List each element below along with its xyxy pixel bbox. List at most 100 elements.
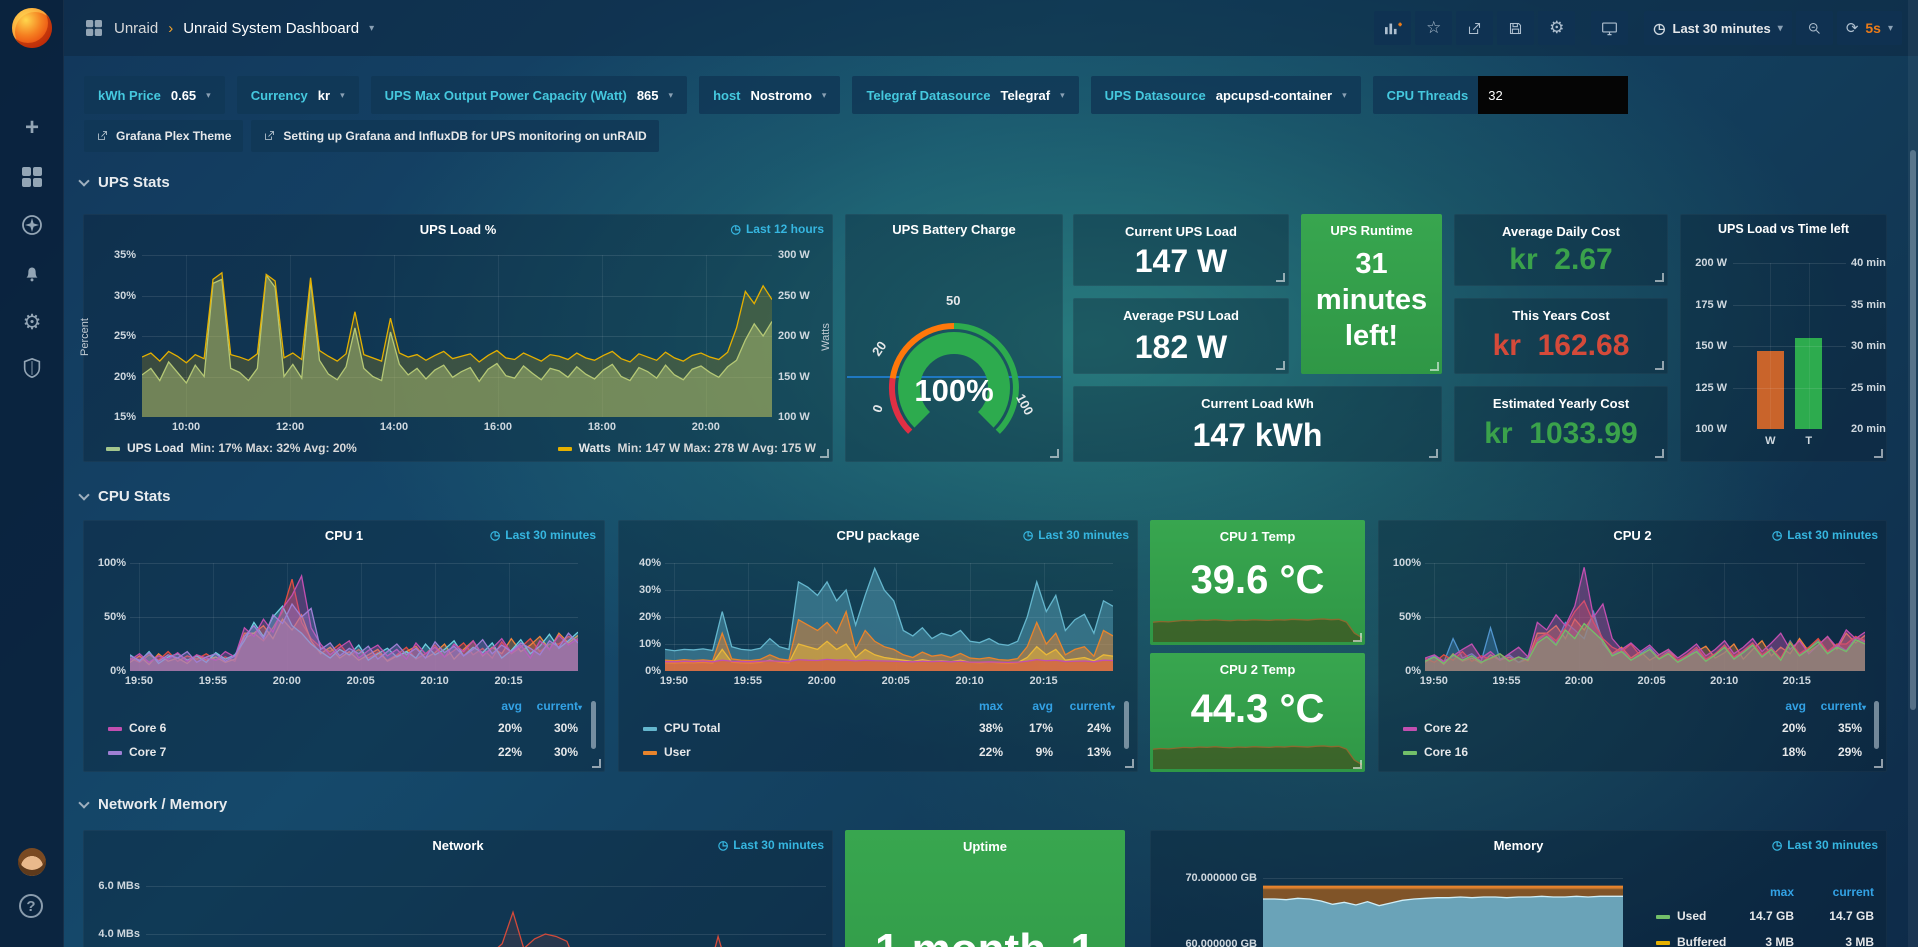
legend-header-avg[interactable]: avg xyxy=(501,699,522,713)
panel-title[interactable]: Average Daily Cost xyxy=(1455,224,1667,239)
panel-title[interactable]: Current UPS Load xyxy=(1074,224,1288,239)
legend-header-avg[interactable]: avg xyxy=(1032,699,1053,713)
variable-currency[interactable]: Currency kr ▾ xyxy=(237,76,359,114)
panel-time-range[interactable]: ◷Last 30 minutes xyxy=(1772,838,1878,852)
save-button[interactable] xyxy=(1497,11,1534,45)
help-icon[interactable]: ? xyxy=(19,894,43,918)
legend-row-core6[interactable]: Core 6 xyxy=(108,721,166,735)
panel-title[interactable]: Current Load kWh xyxy=(1074,396,1441,411)
scrollbar-thumb[interactable] xyxy=(1910,150,1916,710)
variable-kwh-price[interactable]: kWh Price 0.65 ▾ xyxy=(84,76,225,114)
section-cpu-stats[interactable]: CPU Stats xyxy=(80,488,171,505)
legend-row-used[interactable]: Used xyxy=(1656,909,1706,923)
panel-title[interactable]: UPS Load vs Time left xyxy=(1681,222,1886,236)
memory-chart[interactable] xyxy=(1263,871,1623,947)
external-link-icon xyxy=(263,130,275,142)
section-ups-stats[interactable]: UPS Stats xyxy=(80,174,170,191)
dashboard-grid-icon[interactable] xyxy=(86,20,102,36)
refresh-interval[interactable]: 5s xyxy=(1865,20,1881,36)
explore-compass-icon[interactable] xyxy=(0,207,64,243)
link-ups-monitoring-guide[interactable]: Setting up Grafana and InfluxDB for UPS … xyxy=(251,120,658,152)
ups-vs-time-chart[interactable] xyxy=(1733,263,1846,429)
legend-header-avg[interactable]: avg xyxy=(1785,699,1806,713)
legend-swatch xyxy=(1656,941,1670,945)
legend-row-core16[interactable]: Core 16 xyxy=(1403,745,1468,759)
legend-value-avg: 9% xyxy=(1036,745,1053,759)
title-caret-icon[interactable]: ▾ xyxy=(369,23,374,34)
dashboard-links: Grafana Plex Theme Setting up Grafana an… xyxy=(84,120,659,152)
variable-telegraf-datasource[interactable]: Telegraf Datasource Telegraf ▾ xyxy=(852,76,1078,114)
legend-header-current[interactable]: current▾ xyxy=(537,699,582,713)
legend-row-buffered[interactable]: Buffered xyxy=(1656,935,1726,947)
ups-load-chart[interactable] xyxy=(142,255,772,417)
panel-time-range[interactable]: ◷Last 30 minutes xyxy=(1772,528,1878,542)
clock-icon: ◷ xyxy=(730,222,740,236)
legend-row-core7[interactable]: Core 7 xyxy=(108,745,166,759)
star-button[interactable]: ☆ xyxy=(1415,11,1452,45)
panel-title[interactable]: UPS Load % xyxy=(84,222,832,237)
panel-title[interactable]: CPU 2 Temp xyxy=(1150,662,1365,677)
cpu1-chart[interactable] xyxy=(130,563,578,671)
panel-title[interactable]: Estimated Yearly Cost xyxy=(1455,396,1667,411)
variable-label: Telegraf Datasource xyxy=(866,88,990,103)
legend-swatch xyxy=(1656,915,1670,919)
refresh-button[interactable]: ⟳ 5s ▾ xyxy=(1837,11,1902,45)
cpu2-chart[interactable] xyxy=(1425,563,1865,671)
legend-header-current[interactable]: current xyxy=(1833,885,1874,899)
legend-row-user[interactable]: User xyxy=(643,745,691,759)
panel-time-range[interactable]: ◷Last 30 minutes xyxy=(1023,528,1129,542)
time-range-picker[interactable]: ◷ Last 30 minutes ▾ xyxy=(1644,11,1792,45)
server-admin-shield-icon[interactable] xyxy=(0,350,64,386)
legend-header-max[interactable]: max xyxy=(979,699,1003,713)
y-axis-ticks-right: 300 W250 W200 W150 W100 W xyxy=(778,255,828,417)
legend-scrollbar[interactable] xyxy=(1874,701,1879,749)
cpu-package-chart[interactable] xyxy=(665,563,1113,671)
legend-watts[interactable]: Watts Min: 147 W Max: 278 W Avg: 175 W xyxy=(558,441,816,455)
dashboard-title[interactable]: Unraid System Dashboard xyxy=(183,20,359,37)
panel-title[interactable]: UPS Battery Charge xyxy=(846,222,1062,237)
add-panel-button[interactable] xyxy=(1374,11,1411,45)
variable-host[interactable]: host Nostromo ▾ xyxy=(699,76,840,114)
panel-title[interactable]: Uptime xyxy=(845,839,1125,854)
legend-header-current[interactable]: current▾ xyxy=(1070,699,1115,713)
panel-cpu1-temp: CPU 1 Temp 39.6 °C xyxy=(1150,520,1365,645)
caret-down-icon: ▾ xyxy=(1342,90,1347,101)
cycle-view-tv-button[interactable] xyxy=(1591,11,1628,45)
legend-header-max[interactable]: max xyxy=(1770,885,1794,899)
network-chart[interactable] xyxy=(146,871,826,947)
panel-title[interactable]: UPS Runtime xyxy=(1301,223,1442,238)
panel-time-range[interactable]: ◷Last 30 minutes xyxy=(490,528,596,542)
zoom-out-button[interactable] xyxy=(1796,11,1833,45)
variable-label: UPS Max Output Power Capacity (Watt) xyxy=(385,88,627,103)
cpu-threads-input[interactable] xyxy=(1478,76,1628,114)
stat-value: 182 W xyxy=(1074,329,1288,366)
legend-row-cpu-total[interactable]: CPU Total xyxy=(643,721,720,735)
panel-title[interactable]: Average PSU Load xyxy=(1074,308,1288,323)
alerting-bell-icon[interactable] xyxy=(0,255,64,291)
stat-value: kr 1033.99 xyxy=(1455,417,1667,451)
link-grafana-plex-theme[interactable]: Grafana Plex Theme xyxy=(84,120,243,152)
panel-title[interactable]: CPU 1 Temp xyxy=(1150,529,1365,544)
settings-gear-icon[interactable]: ⚙ xyxy=(1538,11,1575,45)
legend-scrollbar[interactable] xyxy=(591,701,596,749)
variable-ups-max-output[interactable]: UPS Max Output Power Capacity (Watt) 865… xyxy=(371,76,687,114)
breadcrumb-folder[interactable]: Unraid xyxy=(114,20,158,37)
panel-title[interactable]: This Years Cost xyxy=(1455,308,1667,323)
panel-time-range[interactable]: ◷Last 30 minutes xyxy=(718,838,824,852)
share-button[interactable] xyxy=(1456,11,1493,45)
section-network-memory[interactable]: Network / Memory xyxy=(80,796,227,813)
legend-ups-load[interactable]: UPS Load Min: 17% Max: 32% Avg: 20% xyxy=(106,441,357,455)
legend-header-current[interactable]: current▾ xyxy=(1821,699,1866,713)
legend-row-core22[interactable]: Core 22 xyxy=(1403,721,1468,735)
user-avatar[interactable] xyxy=(18,848,46,876)
panel-time-range[interactable]: ◷Last 12 hours xyxy=(730,222,824,236)
dashboards-icon[interactable] xyxy=(0,159,64,195)
configuration-gear-icon[interactable]: ⚙ xyxy=(0,304,64,340)
grafana-logo-icon[interactable] xyxy=(12,8,52,48)
page-scrollbar[interactable] xyxy=(1908,0,1918,947)
legend-scrollbar[interactable] xyxy=(1124,701,1129,749)
panel-cpu1: CPU 1 ◷Last 30 minutes 100%50%0% 19:5019… xyxy=(83,520,605,772)
variable-ups-datasource[interactable]: UPS Datasource apcupsd-container ▾ xyxy=(1091,76,1361,114)
add-icon[interactable]: + xyxy=(0,110,64,146)
top-nav: Unraid › Unraid System Dashboard ▾ ☆ ⚙ ◷… xyxy=(64,0,1918,56)
